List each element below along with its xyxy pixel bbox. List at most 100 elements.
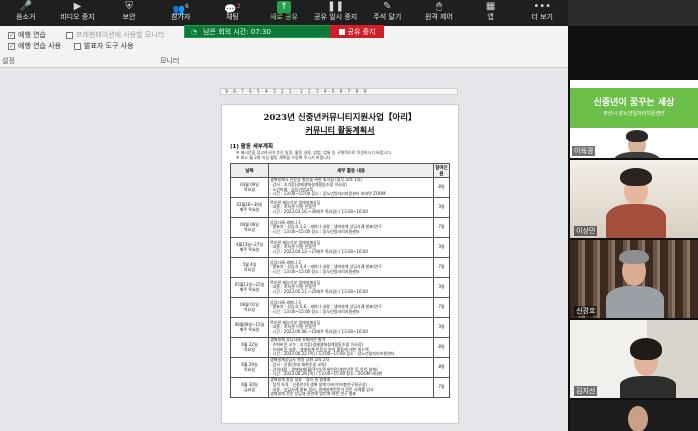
zoom-window: 🎤 음소거 ▶ 비디오 중지 ⛨ 보안 👥6 참가자 💬2 채팅 ↑ 새로 공유 ❚❚ 공유 … bbox=[0, 0, 698, 431]
table-row: 03월16~30일 매주 목요일 목지관 재능기부 생애설계상담 · 내용 : 목… bbox=[230, 197, 450, 218]
date-cell: 05월11일~25일 매주 목요일 bbox=[230, 277, 269, 298]
table-row: 5월 4일 목요일 상담사례 세미나 2 · 발표자 : 상담사 3,4 - 세미… bbox=[230, 257, 450, 278]
apps-button[interactable]: ▦ 앱 bbox=[465, 0, 517, 26]
content-cell: 상담사례 세미나 2 · 발표자 : 상담사 3,4 - 세미나 내용 : 생애… bbox=[268, 257, 434, 278]
horizontal-ruler: 9 · 8 · 7 · 6 · 5 · 4 · 3 · 2 · 1 · · 1 … bbox=[220, 88, 458, 95]
annotate-button[interactable]: ✎ 주석 달기 bbox=[361, 0, 413, 26]
section-heading: (1) 활동 세부계획 bbox=[230, 144, 274, 150]
date-cell: 04월 06일 목요일 bbox=[230, 217, 269, 238]
content-cell: 목지관 재능기부 생애설계상담 · 내용 : 목지관 이용 신중년 · 시간 :… bbox=[268, 277, 434, 298]
participant-video[interactable]: 신경호 bbox=[570, 240, 698, 318]
table-row: 05월11일~25일 매주 목요일 목지관 재능기부 생애설계상담 · 내용 : … bbox=[230, 277, 450, 298]
participant-hair bbox=[630, 338, 662, 360]
rehearse-use-option[interactable]: ✓ 예행 연습 사용 bbox=[8, 41, 61, 51]
count-cell: 7명 bbox=[433, 217, 450, 238]
stop-share-button[interactable]: 공유 중지 bbox=[330, 25, 384, 38]
participants-icon: 👥6 bbox=[172, 3, 189, 16]
date-cell: 6월 29일 목요일 bbox=[230, 357, 269, 378]
count-cell: 3명 bbox=[433, 277, 450, 298]
document-subtitle: 커뮤니티 활동계획서 bbox=[305, 125, 375, 135]
note-line: ※ 최소 월 2회 이상 활동 계획을 수립해 주시기 바랍니다. bbox=[236, 155, 332, 160]
participant-body bbox=[606, 286, 664, 318]
date-cell: 6월 22일 목요일 bbox=[230, 337, 269, 358]
document-page[interactable]: 2023년 신중년커뮤니티지원사업【아리】 커뮤니티 활동계획서 (1) 활동 … bbox=[222, 105, 458, 423]
table-row: 04월 06일 목요일 상담사례 세미나 1 · 발표자 : 상담사 1,2 - … bbox=[230, 217, 450, 238]
participant-video[interactable]: 이상민 bbox=[570, 160, 698, 238]
share-screen-icon: ↑ bbox=[277, 1, 292, 13]
apps-icon: ▦ bbox=[485, 1, 496, 12]
mute-button[interactable]: 🎤 음소거 bbox=[0, 0, 52, 26]
annotate-icon: ✎ bbox=[383, 1, 392, 12]
count-cell: 7명 bbox=[433, 377, 450, 398]
date-cell: 6월 30일 금요일 bbox=[230, 377, 269, 398]
participants-button[interactable]: 👥6 참가자 bbox=[155, 0, 207, 26]
video-camera-icon: ▶ bbox=[73, 1, 82, 12]
participant-body bbox=[620, 376, 676, 398]
participant-hair bbox=[626, 130, 648, 142]
content-cell: 상담사례 세미나 1 · 발표자 : 상담사 1,2 - 세미나 내용 : 생애… bbox=[268, 217, 434, 238]
table-row: 4월13일~27일 매주 목요일 목지관 재능기부 생애설계상담 · 내용 : 목… bbox=[230, 237, 450, 258]
content-cell: 생애설계사 전문성 향상을 위한 워크샵 (실무 교육 1차) · 강사 : 조… bbox=[268, 177, 434, 198]
center-sign: 신중년이 꿈꾸는 세상 부산시 장노년일자리지원센터 bbox=[570, 88, 698, 128]
count-cell: 8명 bbox=[433, 337, 450, 358]
content-cell: 목지관 재능기부 생애설계상담 · 내용 : 목지관 이용 신중년 · 시간 :… bbox=[268, 237, 434, 258]
date-cell: 5월 4일 목요일 bbox=[230, 257, 269, 278]
group-label-monitor: 모니터 bbox=[160, 57, 180, 65]
checkbox[interactable] bbox=[74, 42, 81, 50]
stop-icon bbox=[338, 28, 345, 35]
date-cell: 06월 01일 목요일 bbox=[230, 297, 269, 318]
count-cell: 3명 bbox=[433, 197, 450, 218]
security-button[interactable]: ⛨ 보안 bbox=[103, 0, 155, 26]
rehearse-option[interactable]: ✓ 예행 연습 bbox=[8, 30, 46, 40]
participant-video-banner[interactable]: 신중년이 꿈꾸는 세상 부산시 장노년일자리지원센터 이육경 bbox=[570, 80, 698, 158]
content-cell: 상담사례 세미나 3 · 발표자 : 상담사 5,6 - 세미나 내용 : 생애… bbox=[268, 297, 434, 318]
date-cell: 4월13일~27일 매주 목요일 bbox=[230, 237, 269, 258]
more-button[interactable]: ••• 더 보기 bbox=[516, 0, 568, 26]
table-row: 6월 29일 목요일 생애설계상담사 역량 강화 교육 2차 · 강사 : 신중년… bbox=[230, 357, 450, 378]
count-cell: 7명 bbox=[433, 297, 450, 318]
remote-control-icon: 🖱 bbox=[435, 1, 442, 12]
date-cell: 03월16~30일 매주 목요일 bbox=[230, 197, 269, 218]
presenter-tools-option[interactable]: 발표자 도구 사용 bbox=[74, 41, 134, 51]
video-gallery: 신중년이 꿈꾸는 세상 부산시 장노년일자리지원센터 이육경 이상민 신경호 김… bbox=[568, 26, 698, 431]
participant-hair bbox=[619, 250, 649, 264]
participant-name: 이상민 bbox=[574, 226, 598, 236]
group-label-settings: 설정 bbox=[2, 57, 15, 65]
meeting-toolbar: 🎤 음소거 ▶ 비디오 중지 ⛨ 보안 👥6 참가자 💬2 채팅 ↑ 새로 공유 ❚❚ 공유 … bbox=[0, 0, 568, 26]
participant-video-partial[interactable] bbox=[570, 400, 698, 431]
microphone-icon: 🎤 bbox=[19, 1, 33, 12]
chat-button[interactable]: 💬2 채팅 bbox=[207, 0, 259, 26]
activity-plan-table: 날짜 세부 활동 내용 참여인원 03월 09일 목요일 생애설계사 전문성 향상… bbox=[230, 163, 450, 398]
stop-video-button[interactable]: ▶ 비디오 중지 bbox=[52, 0, 104, 26]
checkbox[interactable]: ✓ bbox=[8, 31, 15, 39]
table-row: 06월 01일 목요일 상담사례 세미나 3 · 발표자 : 상담사 5,6 - … bbox=[230, 297, 450, 318]
timer-icon: ◔ bbox=[191, 27, 198, 36]
count-cell: 3명 bbox=[433, 237, 450, 258]
participant-body bbox=[606, 204, 666, 238]
table-body: 03월 09일 목요일 생애설계사 전문성 향상을 위한 워크샵 (실무 교육 1… bbox=[230, 177, 450, 398]
shield-icon: ⛨ bbox=[125, 1, 133, 12]
table-row: 06월08일~15일 매주 목요일 목지관 재능기부 생애설계상담 · 내용 : … bbox=[230, 317, 450, 338]
count-cell: 3명 bbox=[433, 317, 450, 338]
new-share-button[interactable]: ↑ 새로 공유 bbox=[258, 0, 310, 26]
pause-share-button[interactable]: ❚❚ 공유 일시 중지 bbox=[310, 0, 362, 26]
column-header-count: 참여인원 bbox=[433, 163, 450, 178]
participant-name: 김지선 bbox=[574, 386, 598, 396]
participant-body bbox=[614, 152, 660, 158]
checkbox[interactable]: ✓ bbox=[8, 42, 15, 50]
date-cell: 03월 09일 목요일 bbox=[230, 177, 269, 198]
count-cell: 8명 bbox=[433, 177, 450, 198]
participant-video[interactable]: 김지선 bbox=[570, 320, 698, 398]
presenter-monitor-option[interactable]: 프레젠테이션에 사용할 모니터 bbox=[66, 30, 164, 40]
content-cell: 생애설계상담사 역량 강화 교육 2차 · 강사 : 신중년(대 재취준생 교육… bbox=[268, 357, 434, 378]
participant-name: 신경호 bbox=[574, 306, 598, 316]
content-cell: 목지관 재능기부 생애설계상담 · 내용 : 목지관 이용 신중년 · 시간 :… bbox=[268, 197, 434, 218]
chat-icon: 💬2 bbox=[224, 3, 241, 16]
participant-hair bbox=[620, 168, 652, 186]
content-cell: 생애설계 종합 내용 : 정리 완 발표회 · 참석 자격 : 신중년(대 생애… bbox=[268, 377, 434, 398]
remote-control-button[interactable]: 🖱 원격 제어 bbox=[413, 0, 465, 26]
more-icon: ••• bbox=[533, 1, 552, 12]
participant-face bbox=[628, 406, 648, 431]
content-cell: 생애설계 상담사례 슈퍼비전 발거 · 슈퍼비전 교수 : 조기훈(경제생애설계… bbox=[268, 337, 434, 358]
checkbox[interactable] bbox=[66, 31, 73, 39]
